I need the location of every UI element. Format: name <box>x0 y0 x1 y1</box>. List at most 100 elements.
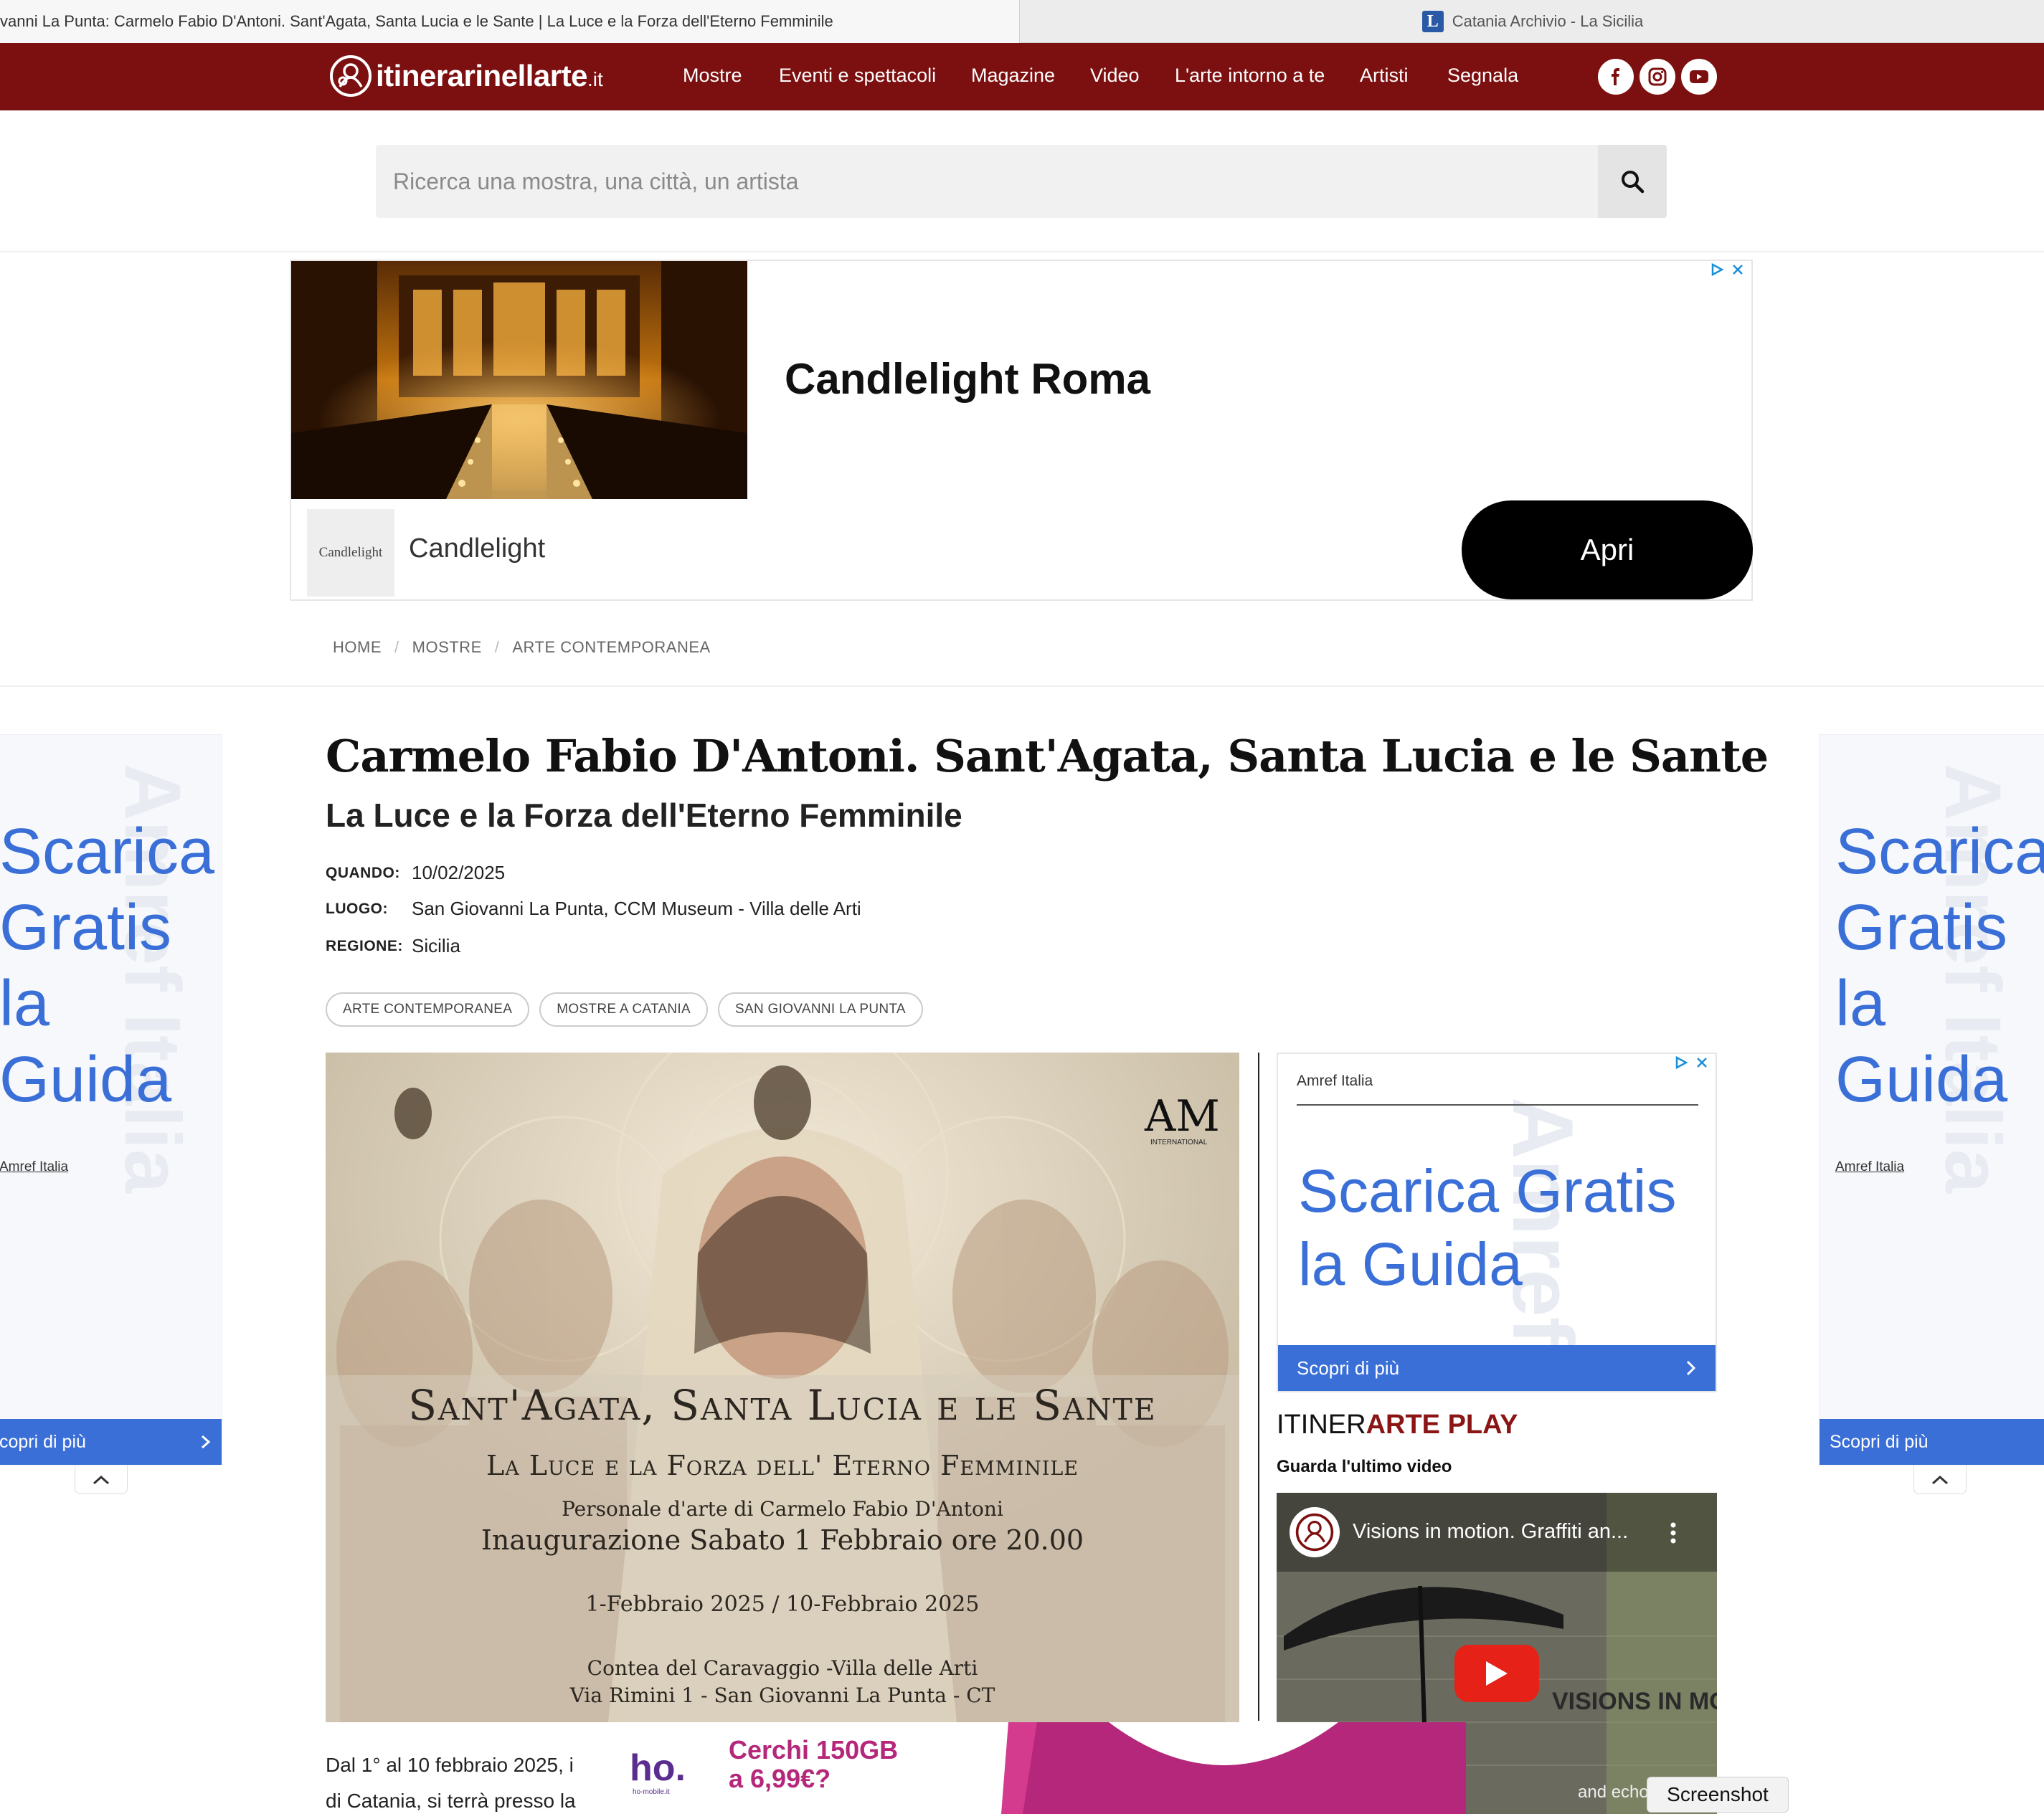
info-label: LUOGO: <box>326 901 388 917</box>
info-value: 10/02/2025 <box>412 862 506 883</box>
sidebar-ad[interactable]: Amref Italia Amref Italia Scarica Gratis… <box>1277 1053 1717 1392</box>
ad-word: la <box>0 968 50 1040</box>
screenshot-tooltip[interactable]: Screenshot <box>1647 1777 1789 1813</box>
breadcrumb-mostre[interactable]: MOSTRE <box>412 638 482 657</box>
exhibition-poster[interactable]: AM INTERNATIONAL Sant'Agata, Santa Lucia… <box>326 1053 1239 1722</box>
close-icon[interactable] <box>1731 263 1744 276</box>
poster-logo-right: AM <box>1145 1091 1220 1141</box>
poster-venue: Contea del Caravaggio -Villa delle Arti <box>587 1656 978 1680</box>
poster-artist-line: Personale d'arte di Carmelo Fabio D'Anto… <box>562 1497 1003 1521</box>
top-banner-ad[interactable]: Candlelight Roma Candlelight Candlelight… <box>290 260 1753 601</box>
collapse-button[interactable] <box>1913 1466 1967 1494</box>
ad-word: Gratis <box>1835 892 2008 964</box>
info-region: REGIONE: Sicilia <box>326 935 460 957</box>
nav-item-mostre[interactable]: Mostre <box>683 65 742 87</box>
logo-icon <box>330 55 372 97</box>
video-title[interactable]: Visions in motion. Graffiti an... <box>1353 1520 1628 1544</box>
right-skyscraper-ad[interactable]: Amref Italia Scarica Gratis la Guida Amr… <box>1819 734 2044 1466</box>
ad-word: Gratis <box>0 892 172 964</box>
heading-part: PLAY <box>1440 1410 1518 1440</box>
browser-tab-inactive[interactable]: L Catania Archivio - La Sicilia <box>1021 0 2044 43</box>
close-icon[interactable] <box>1695 1056 1708 1069</box>
video-overlay-text: VISIONS IN MO <box>1552 1688 1717 1715</box>
article-body-line: Dal 1° al 10 febbraio 2025, i <box>326 1754 574 1776</box>
nav-item-eventi[interactable]: Eventi e spettacoli <box>779 65 936 87</box>
ad-headline: Scarica Gratis la Guida <box>1298 1154 1676 1301</box>
ad-sponsor[interactable]: Amref Italia <box>1835 1159 1904 1175</box>
tab-title: vanni La Punta: Carmelo Fabio D'Antoni. … <box>0 12 833 30</box>
divider <box>1297 1104 1698 1106</box>
ad-sponsor[interactable]: Amref Italia <box>0 1159 68 1175</box>
info-label: QUANDO: <box>326 865 400 881</box>
info-label: REGIONE: <box>326 938 403 954</box>
play-button[interactable] <box>1454 1645 1539 1702</box>
ad-headline-line: la Guida <box>1298 1230 1523 1298</box>
youtube-icon[interactable] <box>1681 59 1717 95</box>
nav-item-artisti[interactable]: Artisti <box>1360 65 1409 87</box>
ad-headline: Cerchi 150GB <box>729 1735 899 1765</box>
ad-open-button[interactable]: Apri <box>1462 500 1753 599</box>
ad-word: la <box>1835 968 1886 1040</box>
tag-arte-contemporanea[interactable]: ARTE CONTEMPORANEA <box>326 992 530 1027</box>
tab-favicon: L <box>1421 11 1444 32</box>
play-icon <box>1486 1661 1508 1686</box>
poster-address: Via Rimini 1 - San Giovanni La Punta - C… <box>569 1684 995 1707</box>
ad-sponsor[interactable]: Amref Italia <box>1297 1073 1373 1090</box>
breadcrumb-home[interactable]: HOME <box>333 638 382 657</box>
more-options-icon[interactable] <box>1670 1521 1677 1544</box>
left-skyscraper-ad[interactable]: Amref Italia Scarica Gratis la Guida Amr… <box>0 734 222 1466</box>
ad-word: Guida <box>1835 1044 2008 1116</box>
nav-item-segnala[interactable]: Segnala <box>1447 65 1518 87</box>
browser-tab-active[interactable]: vanni La Punta: Carmelo Fabio D'Antoni. … <box>0 0 1020 43</box>
channel-avatar[interactable] <box>1290 1507 1340 1557</box>
ad-choices[interactable] <box>1710 262 1744 277</box>
ad-choices[interactable] <box>1674 1055 1708 1070</box>
chevron-up-icon <box>93 1475 110 1484</box>
heading-part: ARTE <box>1366 1410 1441 1440</box>
collapse-button[interactable] <box>75 1466 128 1494</box>
breadcrumb: HOME / MOSTRE / ARTE CONTEMPORANEA <box>333 638 711 657</box>
tag-mostre-catania[interactable]: MOSTRE A CATANIA <box>539 992 708 1027</box>
play-section-subheading: Guarda l'ultimo video <box>1277 1457 1452 1476</box>
ad-brand-logo: Candlelight <box>307 509 394 597</box>
poster-subheadline: La Luce e la Forza dell' Eterno Femminil… <box>486 1450 1079 1481</box>
chevron-up-icon <box>1931 1475 1949 1484</box>
bottom-sticky-ad[interactable]: ho. ho-mobile.it Cerchi 150GB a 6,99€? <box>578 1722 1466 1814</box>
page-title: Carmelo Fabio D'Antoni. Sant'Agata, Sant… <box>326 730 1769 782</box>
breadcrumb-arte-contemporanea[interactable]: ARTE CONTEMPORANEA <box>512 638 710 657</box>
ad-cta-label: Scopri di più <box>1830 1431 1929 1452</box>
ad-photo-concert-hall <box>291 261 747 499</box>
video-overlay-text: and echo <box>1578 1782 1649 1802</box>
adchoices-icon <box>1711 262 1724 277</box>
ad-title[interactable]: Candlelight Roma <box>785 354 1150 404</box>
ad-logo-text: Candlelight <box>318 545 383 560</box>
search-icon <box>1622 171 1645 194</box>
ad-headline: Scarica Gratis la Guida <box>1835 814 2044 1118</box>
ad-word: Scarica <box>0 816 215 888</box>
poster-dates: 1-Febbraio 2025 / 10-Febbraio 2025 <box>585 1592 980 1617</box>
ad-cta-button[interactable]: Scopri di più <box>1278 1345 1716 1391</box>
chevron-right-icon <box>1686 1360 1696 1376</box>
ad-brand-sub: ho-mobile.it <box>633 1788 670 1796</box>
facebook-icon[interactable] <box>1598 59 1634 95</box>
poster-opening-line: Inaugurazione Sabato 1 Febbraio ore 20.0… <box>481 1524 1084 1556</box>
adchoices-icon <box>1675 1055 1688 1070</box>
poster-headline: Sant'Agata, Santa Lucia e le Sante <box>408 1381 1157 1430</box>
ad-word: Scarica <box>1835 816 2044 888</box>
nav-item-video[interactable]: Video <box>1090 65 1140 87</box>
search-input[interactable] <box>376 145 1596 218</box>
ad-cta-button[interactable]: Scopri di più <box>1820 1419 2044 1465</box>
ad-cta-button[interactable]: copri di più <box>0 1419 222 1465</box>
instagram-icon[interactable] <box>1640 59 1675 95</box>
tag-san-giovanni[interactable]: SAN GIOVANNI LA PUNTA <box>718 992 923 1027</box>
nav-item-arte-intorno[interactable]: L'arte intorno a te <box>1175 65 1325 87</box>
browser-tab-strip: vanni La Punta: Carmelo Fabio D'Antoni. … <box>0 0 2044 43</box>
play-section-heading: ITINERARTE PLAY <box>1277 1410 1518 1440</box>
site-logo[interactable]: itinerarinellarte .it <box>328 53 603 99</box>
search-bar <box>376 145 1667 218</box>
nav-item-magazine[interactable]: Magazine <box>971 65 1055 87</box>
logo-icon <box>1295 1513 1334 1552</box>
search-button[interactable] <box>1598 145 1667 218</box>
info-where: LUOGO: San Giovanni La Punta, CCM Museum… <box>326 898 861 920</box>
ad-brand-name: Candlelight <box>409 533 546 564</box>
